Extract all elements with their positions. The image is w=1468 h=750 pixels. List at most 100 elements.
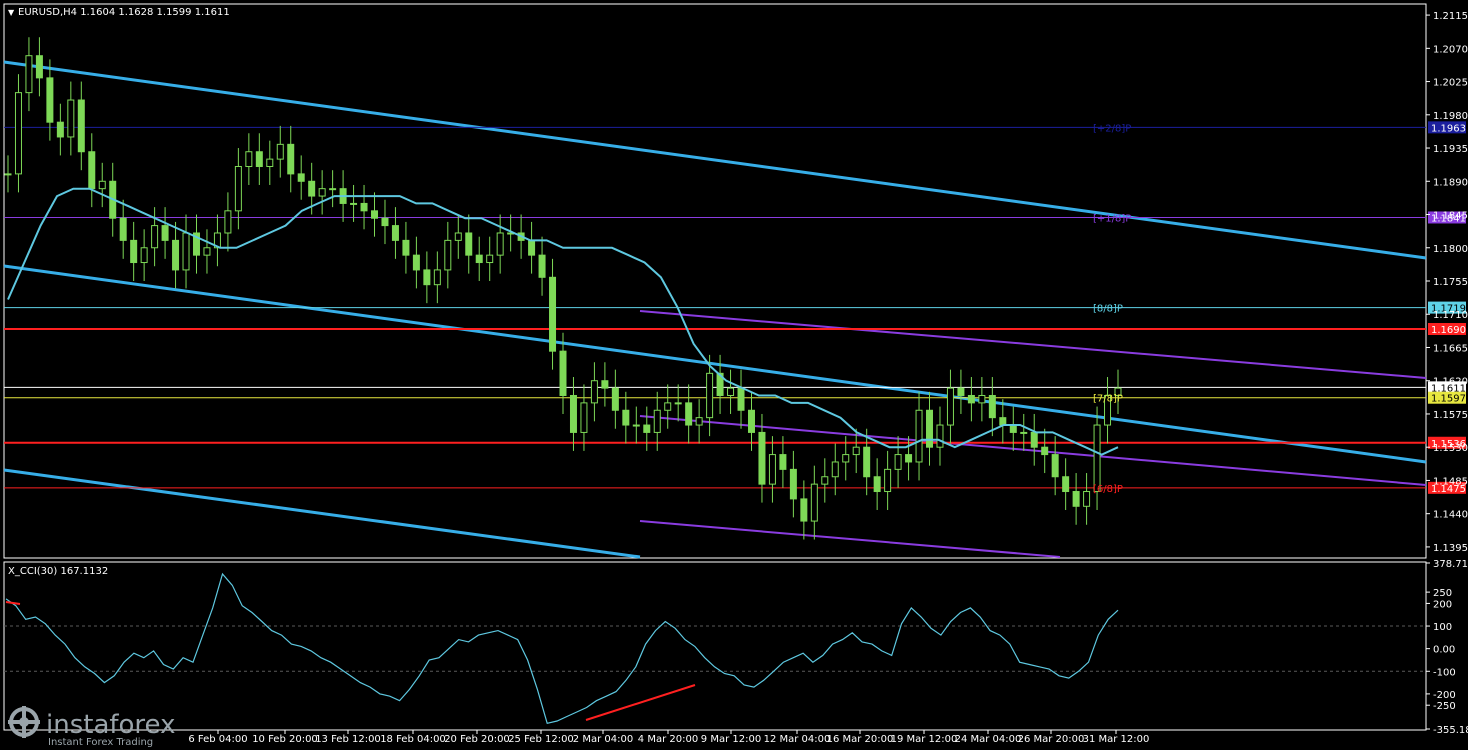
candle-body — [454, 232, 462, 241]
candle-body — [266, 158, 274, 168]
candle-body — [611, 387, 619, 411]
candle-body — [768, 454, 776, 485]
candle-body — [255, 151, 263, 168]
candle-body — [25, 55, 33, 94]
time-axis-label: 24 Mar 04:00 — [955, 734, 1022, 745]
candle-body — [905, 454, 913, 463]
price-axis-label: 1.1845 — [1433, 211, 1468, 222]
candle-body — [894, 454, 902, 470]
candle-body — [779, 454, 787, 470]
candle-body — [224, 210, 232, 234]
candle-body — [706, 372, 714, 419]
time-axis-label: 18 Feb 04:00 — [380, 734, 446, 745]
candle-body — [800, 498, 808, 522]
candle-body — [318, 188, 326, 197]
price-axis-label: 1.1935 — [1433, 144, 1468, 155]
candle-body — [161, 225, 169, 241]
time-axis-label: 25 Feb 12:00 — [508, 734, 574, 745]
cci-axis-label: -200 — [1433, 690, 1456, 701]
candle-body — [98, 180, 106, 190]
candle-body — [957, 387, 965, 396]
time-axis-label: 10 Feb 20:00 — [252, 734, 318, 745]
candle-body — [622, 409, 630, 426]
price-axis-label: 1.1800 — [1433, 244, 1468, 255]
candle-body — [308, 180, 316, 197]
candle-body — [381, 217, 389, 227]
price-axis-label: 1.1710 — [1433, 310, 1468, 321]
time-axis-label: 4 Mar 20:00 — [638, 734, 698, 745]
candle-body — [350, 202, 358, 205]
candle-body — [810, 483, 818, 522]
candle-body — [412, 254, 420, 271]
candle-body — [842, 454, 850, 463]
time-axis-label: 2 Mar 04:00 — [573, 734, 633, 745]
candle-body — [4, 173, 12, 176]
candle-body — [936, 424, 944, 448]
candle-body — [758, 431, 766, 485]
candle-body — [580, 402, 588, 433]
candle-body — [999, 417, 1007, 426]
candle-body — [926, 409, 934, 448]
murrey-level-label: [6/8]P — [1093, 484, 1123, 495]
candle-body — [1093, 424, 1101, 493]
candle-body — [475, 254, 483, 264]
price-axis-label: 1.2025 — [1433, 78, 1468, 89]
candle-body — [1072, 491, 1080, 507]
cci-axis-label: -355.1891 — [1433, 725, 1468, 736]
candle-body — [978, 394, 986, 404]
price-axis-label: 1.1395 — [1433, 543, 1468, 554]
price-axis-label: 1.1485 — [1433, 476, 1468, 487]
price-axis-label: 1.1890 — [1433, 177, 1468, 188]
time-axis-label: 6 Feb 04:00 — [188, 734, 247, 745]
price-axis-label: 1.2070 — [1433, 44, 1468, 55]
candle-body — [831, 461, 839, 478]
candle-body — [915, 409, 923, 463]
murrey-level-label: [7/8]P — [1093, 394, 1123, 405]
header-symbol-label: EURUSD,H4 1.1604 1.1628 1.1599 1.1611 — [18, 7, 230, 18]
candle-body — [988, 394, 996, 419]
candle-body — [821, 476, 829, 485]
candle-body — [234, 166, 242, 212]
price-axis-label: 1.1575 — [1433, 410, 1468, 421]
price-axis-label: 1.1665 — [1433, 343, 1468, 354]
price-axis-label: 1.2115 — [1433, 11, 1468, 22]
price-axis-label: 1.1440 — [1433, 510, 1468, 521]
price-axis-label: 1.1530 — [1433, 443, 1468, 454]
candle-body — [685, 402, 693, 426]
header-indicator-label: X_CCI(30) 167.1132 — [8, 566, 108, 577]
time-axis-label: 13 Feb 12:00 — [315, 734, 381, 745]
time-axis-label: 16 Mar 20:00 — [827, 734, 894, 745]
candle-body — [884, 468, 892, 493]
candle-body — [486, 254, 494, 264]
candle-body — [182, 232, 190, 271]
candle-body — [674, 402, 682, 405]
cci-axis-label: 250 — [1433, 588, 1452, 599]
candle-body — [1051, 454, 1059, 478]
price-tag-label: 1.1690 — [1431, 325, 1466, 336]
candle-body — [601, 380, 609, 389]
candle-body — [391, 225, 399, 241]
murrey-level-label: [8/8]P — [1093, 304, 1123, 315]
candle-body — [1062, 476, 1070, 493]
candle-body — [559, 350, 567, 396]
candle-body — [946, 387, 954, 426]
cci-axis-label: -100 — [1433, 667, 1456, 678]
candle-body — [444, 239, 452, 271]
time-axis-label: 20 Feb 20:00 — [444, 734, 510, 745]
candle-body — [287, 143, 295, 175]
candle-body — [130, 239, 138, 264]
candle-body — [360, 202, 368, 212]
candle-body — [465, 232, 473, 256]
candle-body — [67, 99, 75, 138]
cci-axis-label: 100 — [1433, 622, 1452, 633]
candle-body — [88, 151, 96, 190]
candle-body — [172, 239, 180, 271]
candle-body — [14, 92, 22, 175]
murrey-level-label: [+2/8]P — [1093, 123, 1131, 134]
candle-body — [276, 143, 284, 160]
candle-body — [967, 394, 975, 404]
candle-body — [653, 409, 661, 433]
brand-name: instaforex — [46, 710, 175, 740]
candle-body — [423, 269, 431, 286]
candle-body — [433, 269, 441, 286]
